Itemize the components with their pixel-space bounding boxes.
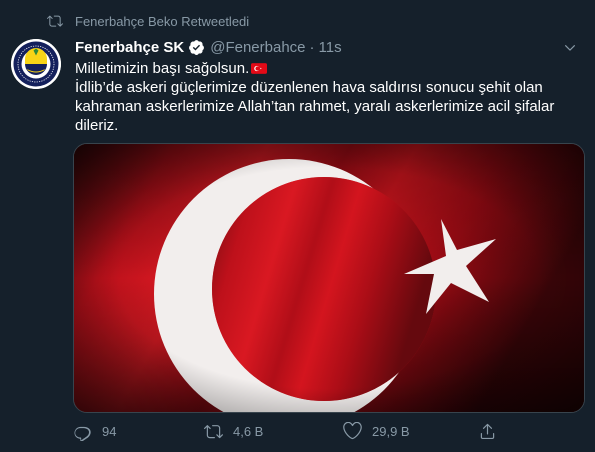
retweet-context: Fenerbahçe Beko Retweetledi [47, 12, 249, 30]
retweet-button[interactable]: 4,6 B [204, 422, 263, 441]
tweet-actions: 94 4,6 B 29,9 B [73, 418, 503, 444]
tweet-card[interactable]: Fenerbahçe Beko Retweetledi Fenerbahçe S… [0, 0, 595, 452]
share-icon [480, 423, 495, 439]
retweet-icon [47, 15, 63, 27]
more-options-button[interactable] [561, 39, 579, 57]
retweet-context-text[interactable]: Fenerbahçe Beko Retweetledi [75, 14, 249, 29]
reply-button[interactable]: 94 [73, 422, 116, 441]
tweet-media-image[interactable] [73, 143, 585, 413]
header-separator: · [309, 38, 315, 56]
tweet-text-line-1: Milletimizin başı sağolsun. [75, 59, 575, 78]
tweet-line-1-text: Milletimizin başı sağolsun. [75, 60, 250, 77]
chevron-down-icon [565, 45, 575, 51]
turkish-flag-emoji-icon [251, 63, 268, 74]
share-button[interactable] [478, 422, 497, 441]
like-button[interactable]: 29,9 B [343, 421, 410, 441]
turkish-flag-image [74, 144, 584, 412]
tweet-text-line-2: İdlib’de askeri güçlerimize düzenlenen h… [75, 79, 543, 96]
author-handle[interactable]: @Fenerbahce [210, 39, 305, 56]
tweet-timestamp[interactable]: 11s [319, 39, 342, 56]
avatar[interactable] [11, 39, 61, 89]
tweet-text-line-4: dileriz. [75, 117, 119, 134]
fenerbahce-crest-icon [11, 39, 61, 89]
tweet-header: Fenerbahçe SK @Fenerbahce · 11s [75, 37, 575, 57]
heart-icon [343, 421, 362, 439]
retweet-icon [204, 424, 223, 438]
tweet-text: Milletimizin başı sağolsun. İdlib’de ask… [75, 59, 575, 135]
like-count: 29,9 B [372, 423, 410, 439]
reply-icon [74, 426, 91, 441]
retweet-count: 4,6 B [233, 423, 264, 439]
author-name[interactable]: Fenerbahçe SK [75, 39, 184, 56]
reply-count: 94 [102, 423, 117, 439]
verified-badge-icon [188, 39, 205, 56]
tweet-text-line-3: kahraman askerlerimize Allah’tan rahmet,… [75, 98, 555, 115]
